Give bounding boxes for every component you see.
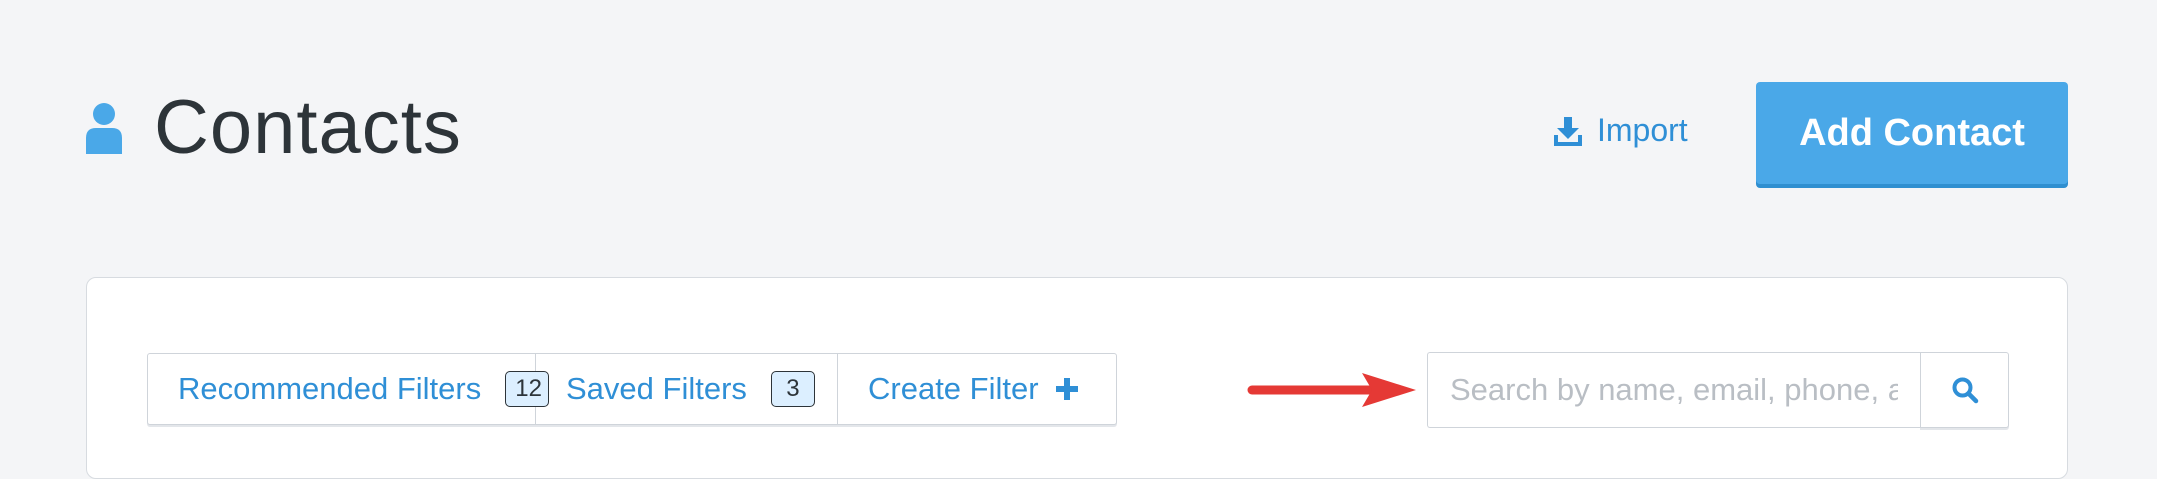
recommended-filters-tab[interactable]: Recommended Filters 12 xyxy=(148,354,550,424)
page-header: Contacts xyxy=(84,90,462,166)
plus-icon xyxy=(1055,378,1078,400)
saved-filters-tab[interactable]: Saved Filters 3 xyxy=(536,354,838,424)
import-link[interactable]: Import xyxy=(1553,112,1688,149)
saved-filters-count-badge: 3 xyxy=(770,371,815,407)
saved-filters-label: Saved Filters xyxy=(566,371,747,406)
add-contact-button[interactable]: Add Contact xyxy=(1756,82,2068,184)
create-filter-button[interactable]: Create Filter xyxy=(838,354,1116,424)
filter-tab-group: Recommended Filters 12 Saved Filters 3 C… xyxy=(147,353,1117,425)
person-icon xyxy=(86,103,122,154)
search-input[interactable] xyxy=(1427,352,1920,428)
search-bar xyxy=(1427,352,2009,428)
search-button[interactable] xyxy=(1920,352,2009,428)
search-icon xyxy=(1952,377,1978,404)
recommended-filters-label: Recommended Filters xyxy=(178,371,482,406)
red-arrow-annotation xyxy=(1247,373,1416,407)
download-icon xyxy=(1554,116,1582,146)
import-label: Import xyxy=(1597,112,1688,148)
create-filter-label: Create Filter xyxy=(868,371,1039,406)
page-title: Contacts xyxy=(154,85,462,170)
